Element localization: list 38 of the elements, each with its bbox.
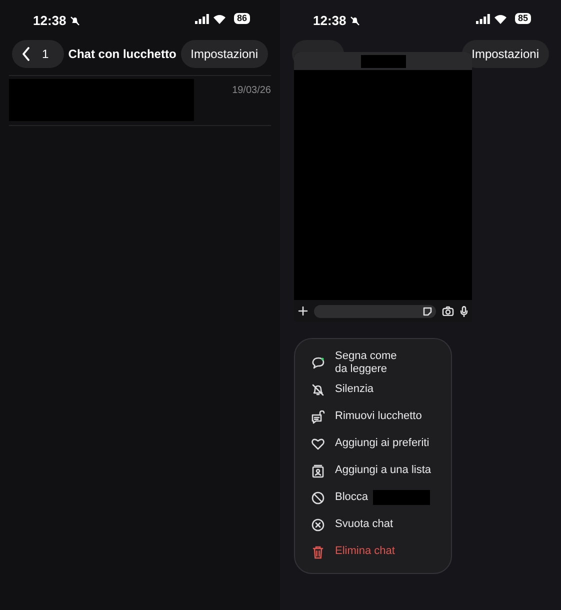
menu-item[interactable]: Elimina chat [311, 538, 451, 565]
block-icon [311, 490, 325, 504]
back-button[interactable]: 1 [12, 40, 64, 68]
clear-icon [311, 518, 325, 532]
contact-list-icon [311, 464, 325, 478]
battery-level: 85 [514, 13, 531, 24]
status-time: 12:38 [33, 13, 66, 29]
signal-icon [476, 14, 490, 24]
menu-item[interactable]: Segna come da leggere [311, 349, 451, 376]
muted-bell-icon [70, 16, 80, 26]
chat-date: 19/03/26 [232, 84, 271, 98]
settings-button[interactable]: Impostazioni [180, 40, 268, 68]
status-time: 12:38 [313, 13, 346, 29]
wifi-icon [212, 14, 226, 24]
chat-bubble-icon [311, 356, 325, 370]
menu-item[interactable]: Rimuovi lucchetto [311, 403, 451, 430]
chevron-left-icon[interactable] [22, 47, 30, 61]
unlocked-chat-icon [311, 410, 325, 424]
battery-level: 86 [234, 13, 250, 24]
trash-icon [311, 544, 325, 558]
menu-item[interactable]: Aggiungi ai preferiti [311, 430, 451, 457]
sticker-icon[interactable] [423, 306, 432, 316]
wifi-icon [494, 14, 507, 24]
menu-item[interactable]: Aggiungi a una lista [311, 457, 451, 484]
menu-item[interactable]: Silenzia [311, 376, 451, 403]
signal-icon [194, 14, 209, 24]
camera-icon[interactable] [442, 306, 454, 316]
screen-title: Chat con lucchetto [67, 46, 178, 63]
microphone-icon[interactable] [460, 306, 468, 316]
heart-icon [311, 436, 325, 450]
plus-icon[interactable] [298, 306, 308, 316]
menu-item[interactable]: Svuota chat [311, 511, 451, 538]
menu-item[interactable]: Blocca [311, 484, 451, 511]
muted-bell-icon [350, 16, 360, 26]
muted-bell-icon [311, 382, 325, 396]
settings-button[interactable]: Impostazioni [462, 40, 549, 68]
message-field[interactable] [314, 304, 436, 318]
redaction-block [360, 54, 406, 68]
